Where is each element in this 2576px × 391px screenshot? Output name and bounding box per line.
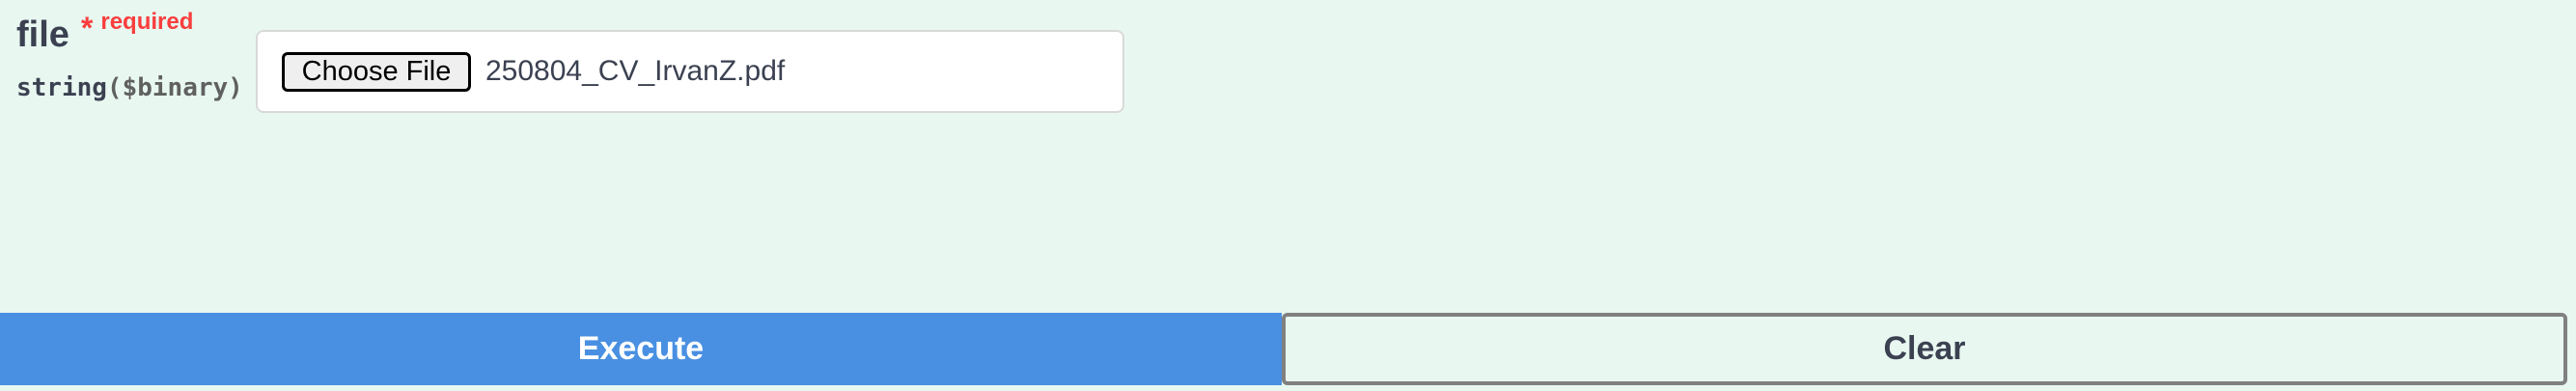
selected-file-name: 250804_CV_IrvanZ.pdf	[485, 55, 786, 87]
parameter-name: file	[16, 14, 69, 55]
parameter-row: file * required string($binary) Choose Fil…	[0, 0, 2576, 309]
required-asterisk: *	[80, 11, 94, 45]
file-input[interactable]: Choose File 250804_CV_IrvanZ.pdf	[256, 30, 1124, 113]
parameter-type: string($binary)	[16, 73, 243, 102]
choose-file-button[interactable]: Choose File	[282, 52, 471, 92]
parameter-type-name: string	[16, 73, 107, 102]
required-label: required	[100, 9, 194, 35]
clear-button[interactable]: Clear	[1282, 313, 2567, 385]
parameter-name-cell: file * required	[16, 9, 193, 56]
execute-button[interactable]: Execute	[0, 313, 1282, 385]
parameter-type-format: ($binary)	[106, 73, 243, 102]
